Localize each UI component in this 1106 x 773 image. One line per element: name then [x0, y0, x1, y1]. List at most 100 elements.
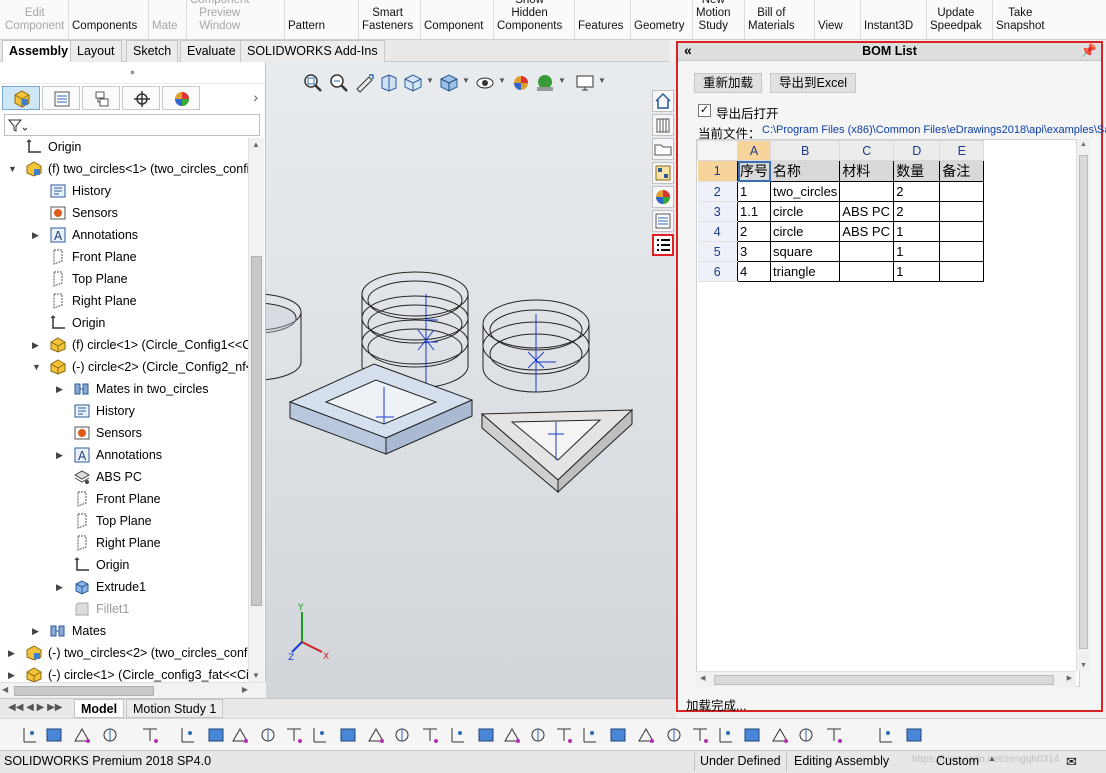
offset-icon[interactable]: [716, 725, 736, 745]
tree-item[interactable]: Sensors: [0, 422, 248, 444]
bom-cell[interactable]: [839, 181, 895, 202]
scroll-down-icon[interactable]: ▼: [252, 671, 260, 680]
chevron-right-icon[interactable]: ▶: [32, 620, 39, 642]
configuration-manager-tab[interactable]: [82, 86, 120, 110]
tree-item[interactable]: Front Plane: [0, 488, 248, 510]
bom-cell[interactable]: ABS PC: [839, 221, 895, 242]
ribbon-button[interactable]: Smart Fasteners: [362, 0, 413, 33]
point-icon[interactable]: [178, 725, 198, 745]
chevron-down-icon[interactable]: ▼: [32, 356, 41, 378]
display-manager-tab[interactable]: [162, 86, 200, 110]
chevron-right-icon[interactable]: ▶: [32, 334, 39, 356]
chevron-right-icon[interactable]: ›: [253, 89, 258, 105]
bom-cell[interactable]: two_circles: [769, 181, 841, 202]
tree-item[interactable]: History: [0, 400, 248, 422]
bom-cell[interactable]: 1.1: [737, 201, 771, 222]
tab-model[interactable]: Model: [74, 699, 125, 718]
tree-vertical-scrollbar[interactable]: ▲ ▼: [248, 138, 264, 682]
trim-icon[interactable]: [636, 725, 656, 745]
reload-button[interactable]: 重新加载: [694, 73, 763, 93]
cube-icon[interactable]: [310, 725, 330, 745]
export-excel-button[interactable]: 导出到Excel: [770, 73, 857, 93]
chevron-down-icon[interactable]: ▼: [8, 158, 17, 180]
bom-vertical-scrollbar[interactable]: ▲ ▼: [1076, 139, 1090, 671]
sketch-icon[interactable]: [528, 725, 548, 745]
bom-cell[interactable]: triangle: [769, 261, 841, 282]
filter-icon[interactable]: [20, 725, 40, 745]
arc-icon[interactable]: [448, 725, 468, 745]
ribbon-button[interactable]: Geometry: [634, 0, 685, 33]
bom-header-cell[interactable]: 序号: [737, 160, 771, 182]
pin-icon[interactable]: 📌: [1081, 43, 1097, 59]
row-header[interactable]: 5: [697, 241, 738, 262]
bom-cell[interactable]: [939, 221, 985, 242]
move-icon[interactable]: [742, 725, 762, 745]
tab-layout[interactable]: Layout: [70, 40, 122, 62]
scroll-left-icon[interactable]: ◀: [2, 685, 8, 694]
ribbon-button[interactable]: Edit Component: [5, 0, 64, 33]
bom-cell[interactable]: [939, 201, 985, 222]
chevron-right-icon[interactable]: ▶: [56, 378, 63, 400]
tree-item[interactable]: Origin: [0, 312, 248, 334]
pattern-icon[interactable]: [904, 725, 924, 745]
bom-cell[interactable]: 4: [737, 261, 771, 282]
ribbon-button[interactable]: Components: [72, 0, 137, 33]
scroll-up-icon[interactable]: ▲: [1080, 141, 1087, 148]
ribbon-button[interactable]: Mate: [152, 0, 178, 33]
chevron-right-icon[interactable]: ▶: [8, 642, 15, 664]
scrollbar-thumb[interactable]: [1079, 155, 1088, 649]
column-header[interactable]: A: [737, 140, 771, 161]
column-header[interactable]: E: [939, 140, 985, 161]
bom-cell[interactable]: 2: [893, 181, 941, 202]
ribbon-button[interactable]: Component: [424, 0, 483, 33]
tree-item[interactable]: Right Plane: [0, 290, 248, 312]
tab-scroll-icons[interactable]: ◀◀ ◀ ▶ ▶▶: [8, 702, 62, 713]
circle-icon[interactable]: [392, 725, 412, 745]
tab-solidworks-add-ins[interactable]: SOLIDWORKS Add-Ins: [240, 40, 385, 62]
home-icon[interactable]: [652, 90, 674, 112]
bom-header-cell[interactable]: 备注: [939, 160, 985, 182]
tree-item[interactable]: Front Plane: [0, 246, 248, 268]
check-icon[interactable]: [502, 725, 522, 745]
ribbon-button[interactable]: Component Preview Window: [190, 0, 249, 33]
grid-icon[interactable]: [690, 725, 710, 745]
bom-cell[interactable]: [939, 181, 985, 202]
scroll-up-icon[interactable]: ▲: [252, 140, 260, 149]
tree-item[interactable]: History: [0, 180, 248, 202]
cut-icon[interactable]: [796, 725, 816, 745]
graphics-area[interactable]: ▼ ▼ ▼ ▼ ▼ Y X Z: [266, 62, 676, 698]
ribbon-button[interactable]: Instant3D: [864, 0, 913, 33]
ribbon-button[interactable]: Take Snapshot: [996, 0, 1045, 33]
rectangle-icon[interactable]: [230, 725, 250, 745]
circle-icon[interactable]: [420, 725, 440, 745]
column-header[interactable]: B: [769, 140, 841, 161]
ribbon-button[interactable]: Features: [578, 0, 623, 33]
bom-cell[interactable]: 1: [737, 181, 771, 202]
custom-properties-icon[interactable]: [652, 210, 674, 232]
tree-item[interactable]: ▶ Extrude1: [0, 576, 248, 598]
line-icon[interactable]: [206, 725, 226, 745]
feedback-icon[interactable]: ✉: [1066, 754, 1077, 770]
bom-cell[interactable]: [839, 261, 895, 282]
tree-item[interactable]: ▼ (f) two_circles<1> (two_circles_config: [0, 158, 248, 180]
bom-cell[interactable]: circle: [769, 201, 841, 222]
text-icon[interactable]: [554, 725, 574, 745]
row-header[interactable]: 6: [697, 261, 738, 282]
ribbon-button[interactable]: View: [818, 0, 843, 33]
chevron-right-icon[interactable]: ▶: [32, 224, 39, 246]
scroll-right-icon[interactable]: ▶: [1067, 674, 1072, 682]
tree-item[interactable]: ▶ Mates in two_circles: [0, 378, 248, 400]
cube-icon[interactable]: [258, 725, 278, 745]
grid-corner[interactable]: [697, 140, 738, 161]
feature-manager-tab[interactable]: [2, 86, 40, 110]
scroll-down-icon[interactable]: ▼: [1080, 662, 1087, 669]
design-library-icon[interactable]: [652, 114, 674, 136]
bom-header-cell[interactable]: 数量: [893, 160, 941, 182]
mirror-icon[interactable]: [664, 725, 684, 745]
ribbon-button[interactable]: New Motion Study: [696, 0, 731, 33]
scrollbar-thumb[interactable]: [14, 686, 154, 696]
tree-item[interactable]: Origin: [0, 554, 248, 576]
tree-item[interactable]: ▶ Mates: [0, 620, 248, 642]
tree-item[interactable]: Top Plane: [0, 268, 248, 290]
bom-cell[interactable]: [939, 261, 985, 282]
